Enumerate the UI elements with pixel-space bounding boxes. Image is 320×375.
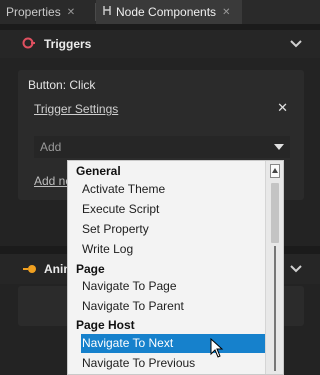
tab-bar: Properties ✕ Node Components ✕ [0,0,320,24]
group-header-page-host: Page Host [76,318,135,332]
tab-properties[interactable]: Properties ✕ [0,0,96,24]
list-item[interactable]: Set Property [82,220,278,239]
action-dropdown-list[interactable]: General Activate Theme Execute Script Se… [67,160,284,375]
trigger-icon [22,37,36,49]
list-item[interactable]: Execute Script [82,200,278,219]
animation-icon [22,263,38,275]
close-icon[interactable]: ✕ [222,7,230,18]
group-header-general: General [76,164,121,178]
dropdown-arrow-icon [274,144,284,150]
list-item[interactable]: Write Log [82,240,278,259]
triggers-panel-header[interactable]: Triggers [0,30,320,58]
tab-node-components-label: Node Components [116,5,217,19]
close-icon[interactable]: ✕ [277,100,288,116]
list-item-selected[interactable]: Navigate To Next [81,334,265,353]
scroll-up-button[interactable] [270,164,280,178]
dropdown-scrollbar[interactable] [265,161,283,374]
add-action-placeholder: Add [40,140,62,154]
chevron-down-icon[interactable] [290,40,302,48]
list-item[interactable]: Navigate To Previous [82,354,278,373]
close-icon[interactable]: ✕ [67,7,75,18]
triggers-panel-title: Triggers [44,37,92,51]
scroll-track[interactable] [274,246,276,371]
tab-properties-label: Properties [6,5,61,19]
add-action-select[interactable]: Add [34,136,290,158]
tab-node-components[interactable]: Node Components ✕ [96,0,242,24]
node-components-icon [102,5,112,19]
scroll-thumb[interactable] [271,183,279,243]
chevron-down-icon[interactable] [290,265,302,273]
trigger-settings-link[interactable]: Trigger Settings [34,102,118,116]
list-item[interactable]: Navigate To Page [82,277,278,296]
list-item[interactable]: Activate Theme [82,180,278,199]
mouse-pointer-icon [210,338,224,358]
trigger-event-label: Button: Click [28,78,96,92]
list-item[interactable]: Navigate To Parent [82,297,278,316]
